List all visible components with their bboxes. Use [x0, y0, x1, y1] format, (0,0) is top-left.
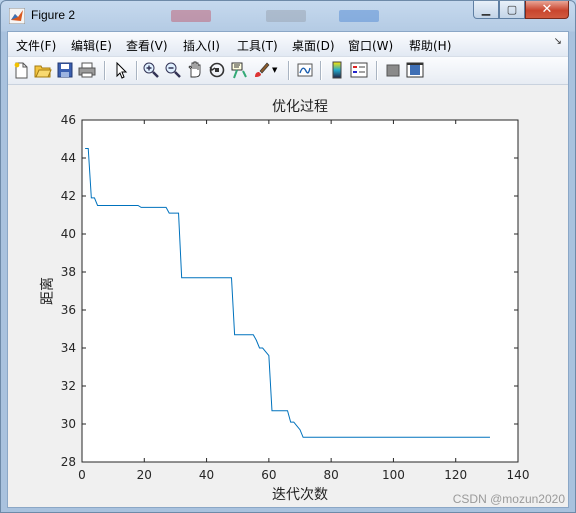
menu-bar: 文件(F) 编辑(E) 查看(V) 插入(I) 工具(T) 桌面(D) 窗口(W…: [8, 32, 568, 57]
blurred-tab-region: [266, 10, 306, 22]
new-figure-icon[interactable]: [12, 61, 30, 79]
figure-window: Figure 2 ▁ ▢ ✕ 文件(F) 编辑(E) 查看(V) 插入(I) 工…: [0, 0, 576, 513]
menu-dock-arrow-icon[interactable]: ↘: [554, 36, 562, 47]
show-plot-tools-icon[interactable]: [406, 61, 424, 79]
y-tick-label: 36: [61, 303, 76, 317]
pointer-icon[interactable]: [112, 61, 130, 79]
y-tick-label: 30: [61, 417, 76, 431]
zoom-out-icon[interactable]: [164, 61, 182, 79]
save-icon[interactable]: [56, 61, 74, 79]
y-tick-label: 46: [61, 113, 76, 127]
y-tick-label: 40: [61, 227, 76, 241]
menu-view[interactable]: 查看(V): [126, 37, 168, 54]
close-icon: ✕: [541, 2, 553, 17]
hide-plot-tools-icon[interactable]: [384, 61, 402, 79]
colorbar-icon[interactable]: [328, 61, 346, 79]
matlab-icon: [9, 8, 25, 24]
menu-file[interactable]: 文件(F): [16, 37, 56, 54]
close-button[interactable]: ✕: [525, 1, 569, 19]
x-tick-label: 20: [137, 468, 152, 482]
data-cursor-icon[interactable]: [230, 61, 248, 79]
x-tick-label: 120: [444, 468, 467, 482]
minimize-button[interactable]: ▁: [473, 1, 499, 19]
x-tick-label: 40: [199, 468, 214, 482]
maximize-button[interactable]: ▢: [499, 1, 525, 19]
watermark: CSDN @mozun2020: [452, 492, 565, 506]
rotate-3d-icon[interactable]: [208, 61, 226, 79]
figure-canvas: 优化过程 28 30 32 34 36 38 40 42 44 46 0 20 40 60 80 100 12…: [8, 85, 568, 507]
minimize-icon: ▁: [481, 3, 491, 16]
blurred-tab-region: [339, 10, 379, 22]
x-tick-label: 100: [382, 468, 405, 482]
y-tick-label: 38: [61, 265, 76, 279]
x-tick-label: 60: [261, 468, 276, 482]
window-title: Figure 2: [31, 8, 76, 22]
blurred-tab-region: [171, 10, 211, 22]
x-tick-label: 0: [78, 468, 86, 482]
chart-title: 优化过程: [272, 99, 328, 115]
menu-tools[interactable]: 工具(T): [237, 37, 278, 54]
x-tick-label: 140: [507, 468, 530, 482]
menu-edit[interactable]: 编辑(E): [71, 37, 112, 54]
print-icon[interactable]: [78, 61, 96, 79]
axes-box[interactable]: [81, 119, 519, 463]
menu-help[interactable]: 帮助(H): [409, 37, 451, 54]
brush-icon[interactable]: [252, 61, 270, 79]
menu-desktop[interactable]: 桌面(D): [292, 37, 335, 54]
x-axis-label: 迭代次数: [272, 487, 328, 503]
y-tick-label: 42: [61, 189, 76, 203]
title-bar[interactable]: Figure 2 ▁ ▢ ✕: [1, 1, 575, 31]
pan-icon[interactable]: [186, 61, 204, 79]
y-tick-label: 32: [61, 379, 76, 393]
legend-icon[interactable]: [350, 61, 368, 79]
menu-insert[interactable]: 插入(I): [183, 37, 220, 54]
maximize-icon: ▢: [506, 3, 518, 16]
plot-svg[interactable]: 优化过程 28 30 32 34 36 38 40 42 44 46 0 20 40 60 80 100 12…: [8, 85, 568, 507]
toolbar: ▼: [8, 57, 568, 85]
y-axis-label: 距离: [39, 277, 56, 305]
y-tick-label: 34: [61, 341, 76, 355]
menu-window[interactable]: 窗口(W): [348, 37, 393, 54]
link-plot-icon[interactable]: [296, 61, 314, 79]
open-icon[interactable]: [34, 61, 52, 79]
brush-dropdown-icon[interactable]: ▼: [272, 66, 277, 74]
x-tick-label: 80: [324, 468, 339, 482]
y-tick-label: 44: [61, 151, 76, 165]
y-tick-label: 28: [61, 455, 76, 469]
zoom-in-icon[interactable]: [142, 61, 160, 79]
client-area: 文件(F) 编辑(E) 查看(V) 插入(I) 工具(T) 桌面(D) 窗口(W…: [7, 31, 569, 508]
